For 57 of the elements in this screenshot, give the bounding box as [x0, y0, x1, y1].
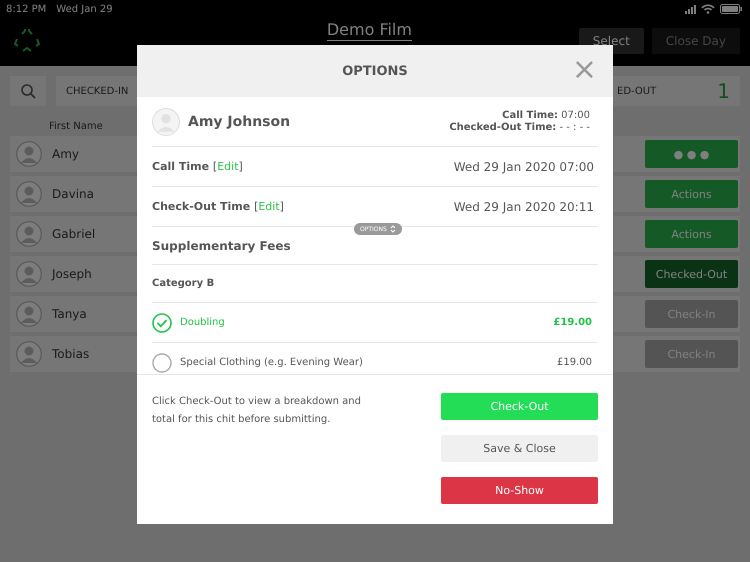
first-name: Amy	[52, 147, 79, 161]
fee-name: Special Clothing (e.g. Evening Wear)	[180, 357, 364, 368]
person-name: Amy Johnson	[188, 114, 292, 130]
wifi-icon	[701, 4, 715, 14]
search-button[interactable]	[10, 76, 46, 106]
help-text: Click Check-Out to view a breakdown and total for this chit before submitting.	[152, 395, 362, 427]
action-button[interactable]: Checked-Out	[645, 260, 738, 288]
no-show-button[interactable]: No-Show	[441, 477, 598, 504]
star-logo-icon	[14, 29, 40, 53]
first-name: Gabriel	[52, 227, 96, 241]
filter-label: ED-OUT	[617, 86, 656, 96]
avatar-icon	[16, 301, 42, 327]
fee-price: £19.00	[557, 357, 592, 368]
avatar-icon	[16, 141, 42, 167]
date-time: Wed 29 Jan 2020 07:00	[454, 160, 594, 174]
search-icon	[20, 84, 36, 98]
avatar-icon	[152, 108, 180, 136]
more-button[interactable]: ● ● ●	[645, 140, 738, 168]
category-title: Category B	[152, 265, 598, 303]
first-name: Tobias	[52, 347, 90, 361]
first-name: Davina	[52, 187, 94, 201]
time-detail: Checked-Out Time: - - : - -	[449, 122, 590, 133]
checked-out-count: 1	[717, 79, 730, 103]
avatar-icon	[16, 261, 42, 287]
avatar-icon	[16, 181, 42, 207]
date-time: Wed 29 Jan 2020 20:11	[454, 200, 594, 214]
time-detail: Call Time: 07:00	[502, 110, 590, 121]
field-label: Call Time	[152, 160, 210, 173]
save-close-button[interactable]: Save & Close	[441, 435, 598, 462]
bracket: [	[254, 200, 258, 213]
fee-row[interactable]: Special Clothing (e.g. Evening Wear) £19.00	[152, 343, 598, 374]
edit-link[interactable]: Edit	[217, 160, 239, 173]
bracket: ]	[280, 200, 284, 213]
updown-chevron-icon	[390, 225, 396, 233]
check-out-button[interactable]: Check-Out	[441, 393, 598, 420]
status-time: 8:12 PM	[6, 4, 46, 14]
edit-link[interactable]: Edit	[258, 200, 280, 213]
fee-name: Doubling	[180, 317, 226, 328]
project-title[interactable]: Demo Film	[326, 20, 412, 41]
field-label: Check-Out Time	[152, 200, 252, 213]
filter-tab[interactable]: ED-OUT 1	[613, 76, 740, 106]
action-button[interactable]: Actions	[645, 180, 738, 208]
first-name: Joseph	[52, 267, 92, 281]
bracket: [	[212, 160, 218, 173]
column-header: First Name	[49, 121, 103, 132]
avatar-icon	[16, 341, 42, 367]
dialog-title: OPTIONS	[342, 64, 408, 78]
signal-icon	[685, 4, 696, 14]
action-button[interactable]: Actions	[645, 220, 738, 248]
bracket: ]	[238, 160, 243, 173]
fee-row[interactable]: Doubling £19.00	[152, 303, 598, 343]
status-date: Wed Jan 29	[56, 4, 113, 14]
close-button[interactable]: ×	[572, 55, 597, 85]
first-name: Tanya	[52, 307, 87, 321]
fee-price: £19.00	[553, 317, 592, 328]
avatar-icon	[16, 221, 42, 247]
battery-icon	[720, 4, 742, 14]
